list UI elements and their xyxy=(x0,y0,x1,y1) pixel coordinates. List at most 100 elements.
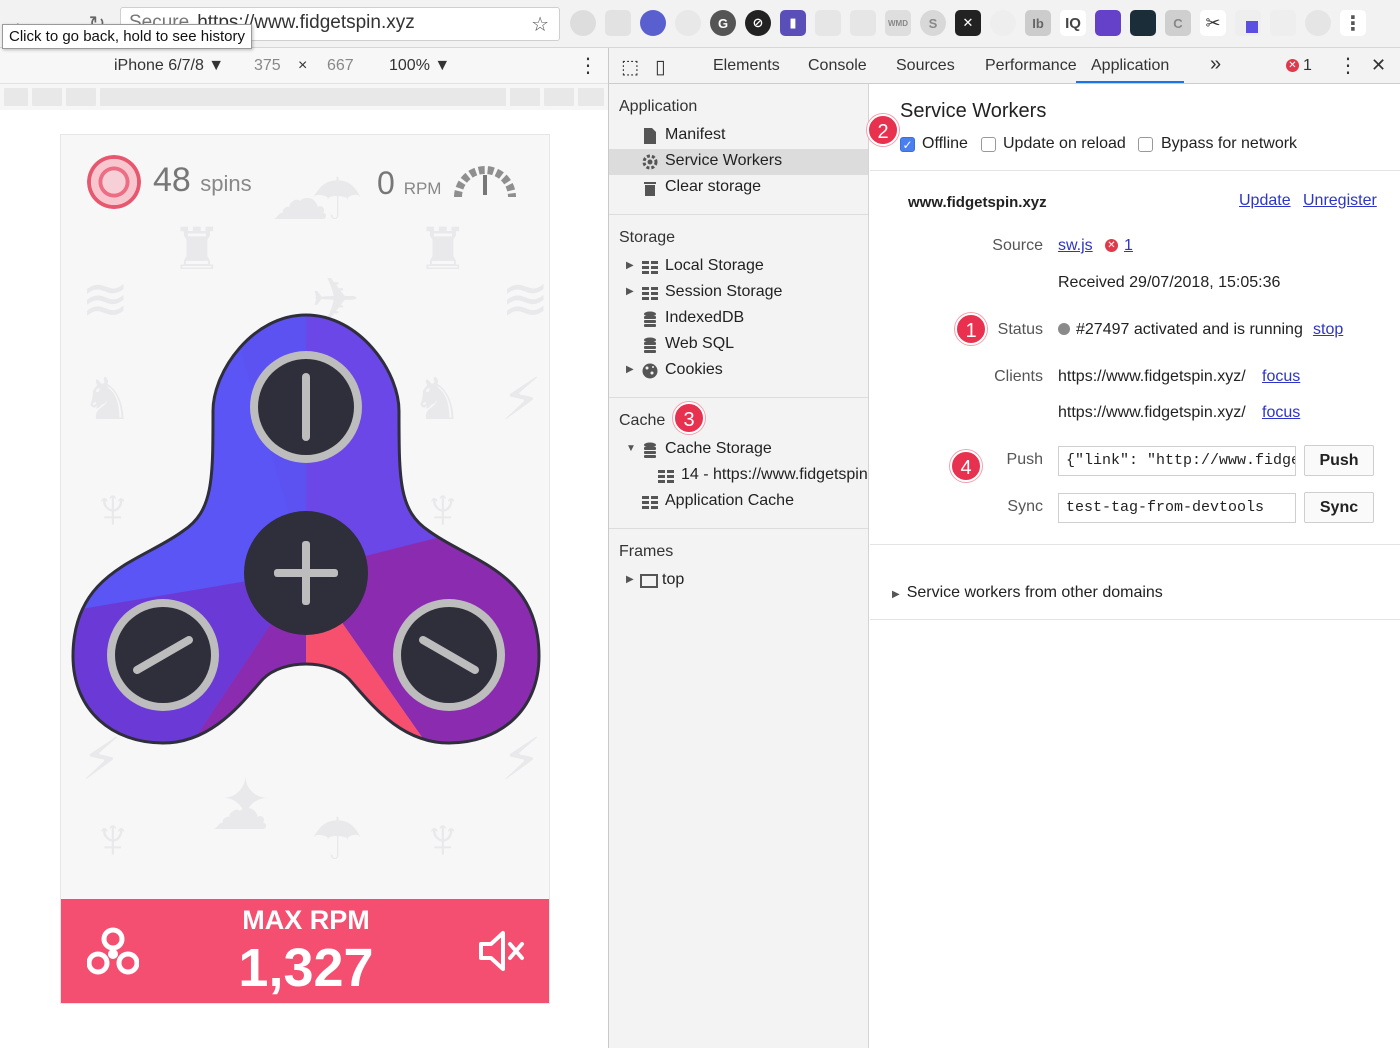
error-icon[interactable]: ✕ xyxy=(1286,59,1299,72)
sidebar-item-cache-storage[interactable]: ▼ Cache Storage xyxy=(609,437,868,463)
expand-arrow-icon[interactable]: ▶ xyxy=(626,260,634,271)
update-on-reload-checkbox[interactable] xyxy=(981,137,996,152)
extension-slash-icon[interactable]: ⊘ xyxy=(745,10,771,36)
fidget-spinner[interactable] xyxy=(69,311,543,747)
tab-performance[interactable]: Performance xyxy=(985,57,1077,75)
gear-icon xyxy=(642,154,658,170)
sidebar-label: Local Storage xyxy=(665,257,764,274)
status-text: #27497 activated and is running xyxy=(1058,321,1303,339)
inspect-element-icon[interactable]: ⬚ xyxy=(621,56,639,79)
tab-application[interactable]: Application xyxy=(1076,57,1185,83)
sidebar-label: Service Workers xyxy=(665,152,783,169)
sidebar-item-local-storage[interactable]: ▶ Local Storage xyxy=(609,254,868,280)
bypass-for-network-checkbox[interactable] xyxy=(1138,137,1153,152)
extension-g-icon[interactable]: G xyxy=(710,10,736,36)
extension-color-icon[interactable] xyxy=(1235,10,1261,36)
push-button[interactable]: Push xyxy=(1304,445,1374,476)
sidebar-item-cookies[interactable]: ▶ Cookies xyxy=(609,358,868,384)
other-domains-toggle[interactable]: ▶ Service workers from other domains xyxy=(892,584,1163,602)
sidebar-item-clear-storage[interactable]: Clear storage xyxy=(609,175,868,201)
unregister-link[interactable]: Unregister xyxy=(1303,192,1377,210)
extension-iq-icon[interactable]: IQ xyxy=(1060,10,1086,36)
expand-arrow-icon: ▶ xyxy=(892,589,900,600)
error-count[interactable]: 1 xyxy=(1303,57,1312,75)
extension-bubble-icon[interactable] xyxy=(990,10,1016,36)
close-devtools-icon[interactable]: ✕ xyxy=(1371,55,1386,76)
callout-badge-2: 2 xyxy=(867,114,899,146)
more-tabs-icon[interactable]: » xyxy=(1210,53,1221,76)
back-button-tooltip: Click to go back, hold to see history xyxy=(2,24,252,49)
sidebar-item-session-storage[interactable]: ▶ Session Storage xyxy=(609,280,868,306)
sidebar-item-indexeddb[interactable]: IndexedDB xyxy=(609,306,868,332)
source-file-link[interactable]: sw.js xyxy=(1058,237,1093,255)
sync-tag-input[interactable]: test-tag-from-devtools xyxy=(1058,493,1296,523)
extension-grid-icon[interactable] xyxy=(605,10,631,36)
media-query-ruler[interactable] xyxy=(0,84,608,110)
sidebar-item-application-cache[interactable]: Application Cache xyxy=(609,489,868,515)
application-sidebar: Application Manifest Service Workers Cle… xyxy=(609,84,869,1048)
rpm-readout: 0 RPM xyxy=(377,165,441,202)
viewport-height[interactable]: 667 xyxy=(327,57,354,75)
status-label: Status xyxy=(997,321,1043,338)
source-errors-link[interactable]: 1 xyxy=(1124,237,1133,255)
update-link[interactable]: Update xyxy=(1239,192,1291,210)
sound-muted-icon[interactable] xyxy=(477,929,525,973)
device-select[interactable]: iPhone 6/7/8 ▼ xyxy=(114,57,224,75)
push-data-input[interactable]: {"link": "http://www.fidge xyxy=(1058,446,1296,476)
extension-tools-icon[interactable]: ✂ xyxy=(1200,10,1226,36)
extension-circle-icon[interactable] xyxy=(570,10,596,36)
extension-key-icon[interactable] xyxy=(1270,10,1296,36)
viewport-width[interactable]: 375 xyxy=(254,57,281,75)
bypass-for-network-label[interactable]: Bypass for network xyxy=(1161,135,1297,153)
tab-sources[interactable]: Sources xyxy=(896,57,955,75)
spins-unit: spins xyxy=(200,171,252,196)
sync-button[interactable]: Sync xyxy=(1304,492,1374,523)
expand-arrow-icon[interactable]: ▶ xyxy=(626,364,634,375)
sidebar-item-service-workers[interactable]: Service Workers xyxy=(609,149,868,175)
extension-shield-icon[interactable] xyxy=(1130,10,1156,36)
sidebar-label: Web SQL xyxy=(665,335,735,352)
extension-s-icon[interactable]: S xyxy=(920,10,946,36)
extension-bookmark-icon[interactable]: ▮ xyxy=(780,10,806,36)
bookmark-star-icon[interactable]: ☆ xyxy=(531,12,549,37)
expand-arrow-icon[interactable]: ▶ xyxy=(626,286,634,297)
extension-c-icon[interactable]: C xyxy=(1165,10,1191,36)
focus-link-2[interactable]: focus xyxy=(1262,404,1300,422)
sidebar-label: Clear storage xyxy=(665,178,762,195)
extension-bird-icon[interactable] xyxy=(1305,10,1331,36)
extension-gear-icon[interactable] xyxy=(675,10,701,36)
extension-purple-icon[interactable] xyxy=(1095,10,1121,36)
zoom-select[interactable]: 100% ▼ xyxy=(389,57,450,75)
browser-menu-icon[interactable]: ⋮ xyxy=(1340,10,1366,36)
extension-wmd-icon[interactable]: WMD xyxy=(885,10,911,36)
devtools-menu-icon[interactable]: ⋮ xyxy=(1338,53,1358,78)
tab-elements[interactable]: Elements xyxy=(713,57,780,75)
client-url-1: https://www.fidgetspin.xyz/ xyxy=(1058,368,1246,385)
offline-label[interactable]: Offline xyxy=(922,135,968,153)
rpm-unit: RPM xyxy=(403,179,442,198)
expand-arrow-icon[interactable]: ▶ xyxy=(626,574,634,585)
extension-blue-icon[interactable] xyxy=(640,10,666,36)
collapse-arrow-icon[interactable]: ▼ xyxy=(626,443,636,454)
offline-checkbox[interactable]: ✓ xyxy=(900,137,915,152)
sidebar-item-top-frame[interactable]: ▶ top xyxy=(609,568,868,594)
sidebar-label: top xyxy=(662,571,685,588)
stop-link[interactable]: stop xyxy=(1313,321,1343,339)
extension-camera-icon[interactable] xyxy=(815,10,841,36)
extension-x-icon[interactable]: ✕ xyxy=(955,10,981,36)
extension-tag-icon[interactable] xyxy=(850,10,876,36)
other-domains-label: Service workers from other domains xyxy=(906,584,1163,601)
update-on-reload-label[interactable]: Update on reload xyxy=(1003,135,1126,153)
tab-console[interactable]: Console xyxy=(808,57,867,75)
sidebar-item-manifest[interactable]: Manifest xyxy=(609,123,868,149)
sidebar-item-cache-entry[interactable]: 14 - https://www.fidgetspin xyxy=(609,463,868,489)
service-workers-panel: Service Workers ✓ Offline Update on relo… xyxy=(870,84,1400,1048)
sync-label: Sync xyxy=(1007,498,1043,515)
sidebar-item-web-sql[interactable]: Web SQL xyxy=(609,332,868,358)
device-more-icon[interactable]: ⋮ xyxy=(578,53,598,78)
database-icon xyxy=(644,311,656,327)
callout-badge-4: 4 xyxy=(950,450,982,482)
device-toggle-icon[interactable]: ▯ xyxy=(655,56,665,79)
focus-link-1[interactable]: focus xyxy=(1262,368,1300,386)
extension-ib-icon[interactable]: Ib xyxy=(1025,10,1051,36)
